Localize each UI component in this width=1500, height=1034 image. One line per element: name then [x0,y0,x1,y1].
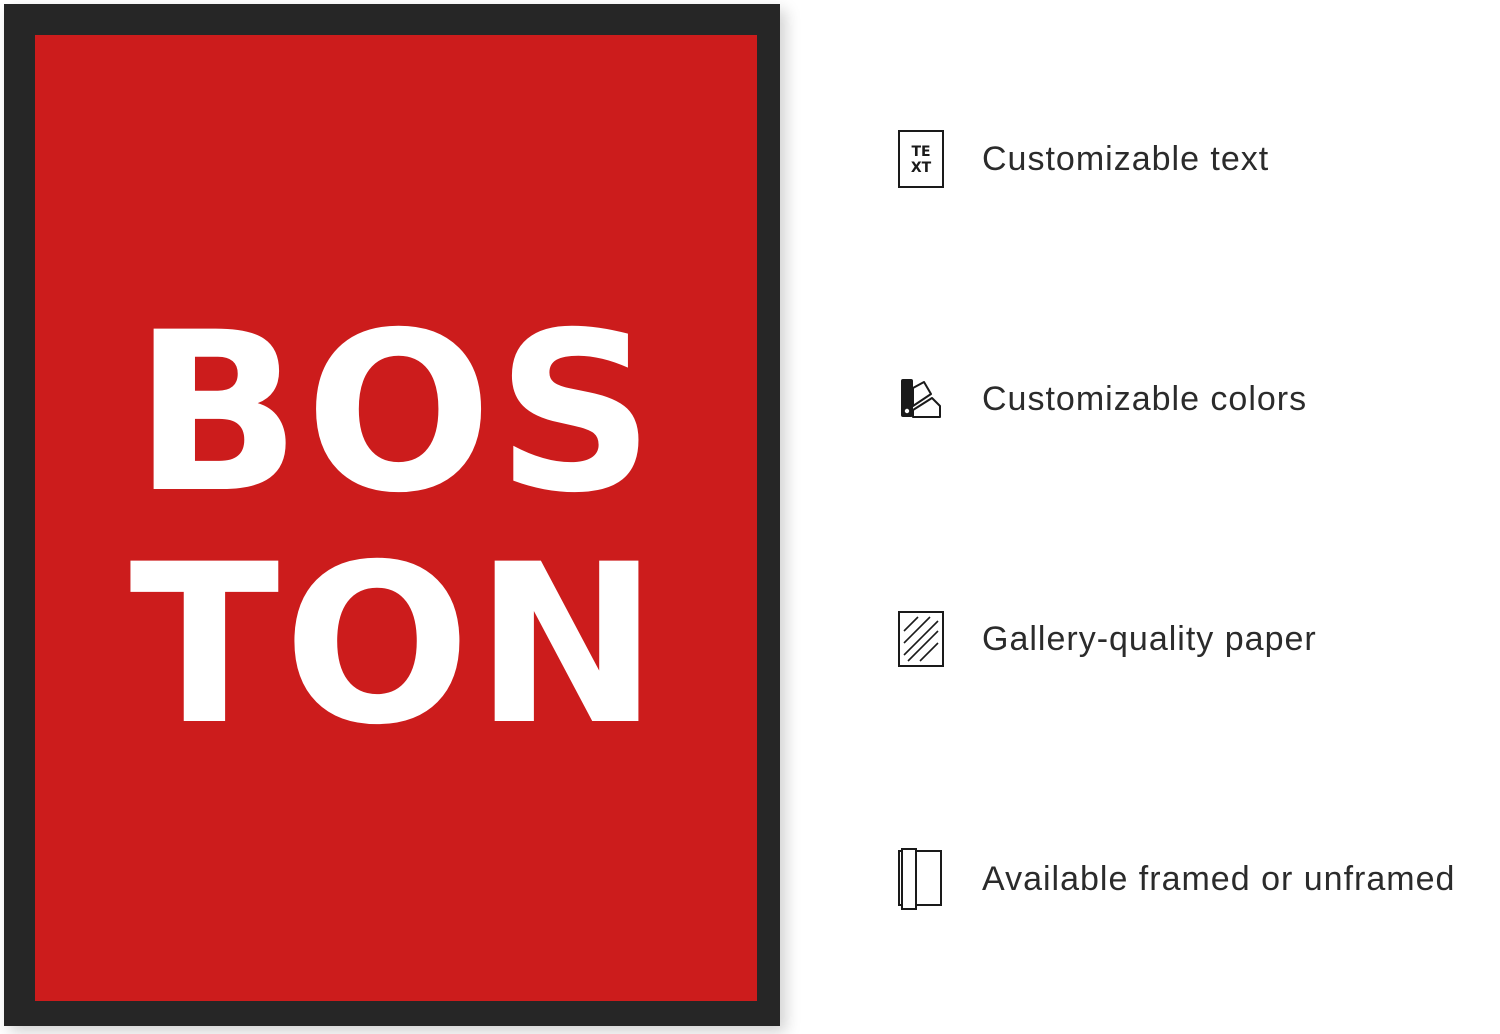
frame-icon [898,848,946,910]
color-swatch-icon [898,369,946,429]
text-icon-line-1: TE [911,144,930,160]
poster-text-line-1: BOS [133,285,659,541]
feature-label: Customizable text [982,139,1270,178]
poster-art: BOS TON [35,35,757,1001]
feature-label: Available framed or unframed [982,859,1456,898]
feature-label: Gallery-quality paper [982,619,1317,658]
text-icon: TE XT [898,129,946,189]
text-icon-line-2: XT [911,160,932,176]
feature-customizable-colors: Customizable colors [898,369,1307,429]
paper-hatch-icon [898,609,946,669]
feature-customizable-text: TE XT Customizable text [898,129,1269,189]
feature-gallery-quality-paper: Gallery-quality paper [898,609,1317,669]
feature-label: Customizable colors [982,379,1308,418]
feature-framed-or-unframed: Available framed or unframed [898,848,1456,910]
product-image: BOS TON TE XT Customizable text Customiz… [0,0,1500,1034]
poster-text-line-2: TON [129,517,663,773]
poster-frame: BOS TON [4,4,780,1026]
